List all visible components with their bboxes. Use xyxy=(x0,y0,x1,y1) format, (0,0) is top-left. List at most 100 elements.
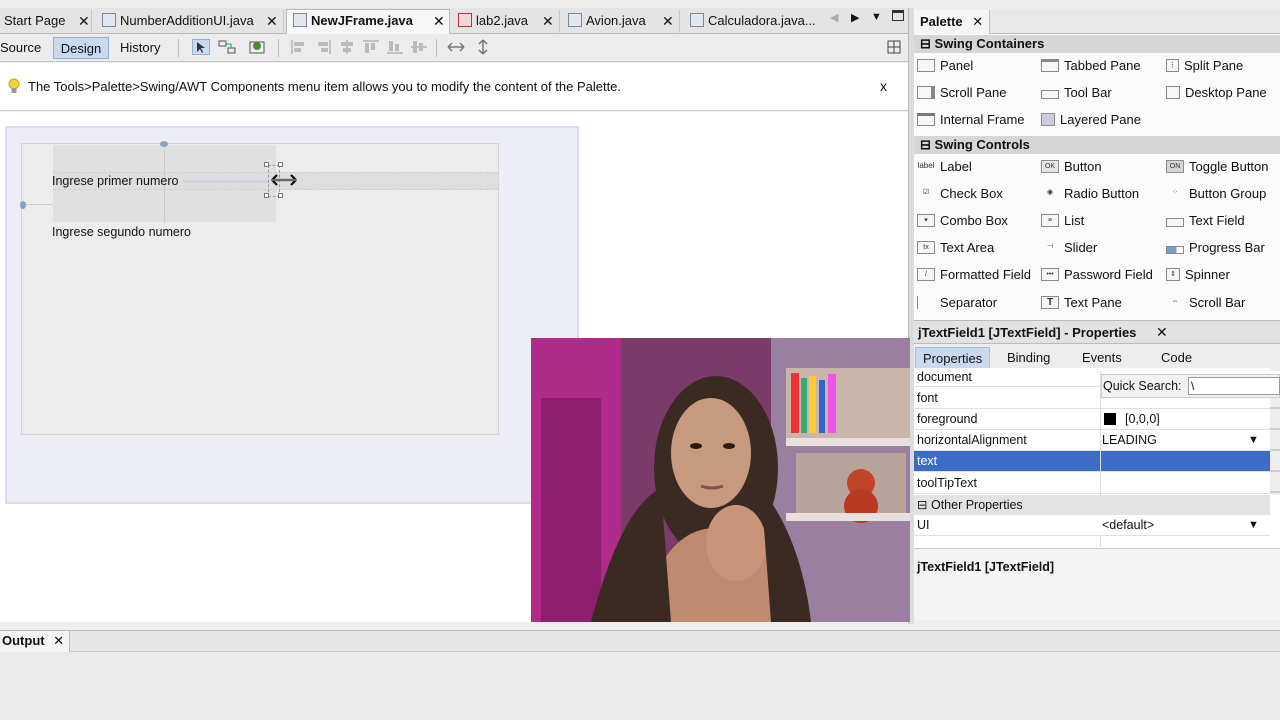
palette-item-desktop-pane[interactable]: Desktop Pane xyxy=(1166,84,1267,102)
align-left-icon[interactable] xyxy=(290,39,308,55)
hint-close-button[interactable]: x xyxy=(880,78,887,94)
palette-item-radio-button[interactable]: ◉ Radio Button xyxy=(1041,185,1139,203)
property-row-text[interactable]: text xyxy=(914,451,1270,472)
tab-code[interactable]: Code xyxy=(1154,347,1199,369)
palette-item-split-pane[interactable]: ⋮ Split Pane xyxy=(1166,57,1243,75)
align-bottom-icon[interactable] xyxy=(386,39,404,55)
palette-item-text-area[interactable]: tx Text Area xyxy=(917,239,994,257)
palette-item-label: Slider xyxy=(1064,240,1098,255)
close-icon[interactable]: ✕ xyxy=(662,10,674,32)
preview-design-icon[interactable] xyxy=(248,39,266,55)
button-group-icon: ⁘ xyxy=(1172,189,1178,196)
jtextfield1[interactable] xyxy=(183,180,269,183)
maximize-icon[interactable] xyxy=(892,10,904,21)
tab-lab2[interactable]: lab2.java ✕ xyxy=(452,10,560,34)
resize-handle[interactable] xyxy=(278,193,283,198)
source-button[interactable]: Source xyxy=(0,37,45,59)
label-primer-numero[interactable]: Ingrese primer numero xyxy=(52,174,178,188)
resize-handle[interactable] xyxy=(278,162,283,167)
palette-item-label[interactable]: label Label xyxy=(917,158,972,176)
palette-tab[interactable]: Palette ✕ xyxy=(914,10,991,34)
property-row-foreground[interactable]: foreground [0,0,0] xyxy=(914,409,1270,430)
tab-properties[interactable]: Properties xyxy=(915,347,991,369)
tab-output[interactable]: Output ✕ xyxy=(0,631,71,652)
close-icon[interactable]: ✕ xyxy=(53,633,64,648)
grid-toggle-icon[interactable] xyxy=(886,39,904,55)
tab-avion[interactable]: Avion.java ✕ xyxy=(562,10,680,34)
palette-item-internal-frame[interactable]: Internal Frame xyxy=(917,111,1025,129)
selection-mode-icon[interactable] xyxy=(192,39,210,55)
history-button[interactable]: History xyxy=(116,37,164,59)
palette-item-label: Internal Frame xyxy=(940,112,1025,127)
center-horizontally-icon[interactable] xyxy=(338,39,356,55)
tab-start-page[interactable]: Start Page ✕ xyxy=(0,10,92,34)
tab-calculadora[interactable]: Calculadora.java... xyxy=(684,10,824,34)
palette-item-list[interactable]: ≡ List xyxy=(1041,212,1084,230)
palette-item-scroll-bar[interactable]: ⇔ Scroll Bar xyxy=(1166,294,1246,312)
property-row-tooltiptext[interactable]: toolTipText xyxy=(914,473,1270,494)
palette-item-tool-bar[interactable]: Tool Bar xyxy=(1041,84,1112,102)
quick-search-input[interactable]: \ xyxy=(1188,377,1280,395)
center-vertically-icon[interactable] xyxy=(410,39,428,55)
palette-item-panel[interactable]: Panel xyxy=(917,57,973,75)
palette-item-spinner[interactable]: ⇕ Spinner xyxy=(1166,266,1230,284)
ellipsis-buttons[interactable] xyxy=(1270,388,1280,495)
palette-item-password-field[interactable]: ••• Password Field xyxy=(1041,266,1153,284)
combo-box-icon: ▾ xyxy=(917,214,935,227)
palette-category-swing-controls[interactable]: ⊟ Swing Controls xyxy=(914,136,1280,154)
palette-item-check-box[interactable]: ☑ Check Box xyxy=(917,185,1003,203)
resize-handle[interactable] xyxy=(264,162,269,167)
palette-category-swing-containers[interactable]: ⊟ Swing Containers xyxy=(914,35,1280,53)
palette-item-button-group[interactable]: ⁘ Button Group xyxy=(1166,185,1266,203)
property-row-ui[interactable]: UI <default> ▼ xyxy=(914,515,1270,536)
palette-item-combo-box[interactable]: ▾ Combo Box xyxy=(917,212,1008,230)
tab-label: Avion.java xyxy=(586,13,646,28)
close-icon[interactable]: ✕ xyxy=(972,14,983,29)
tab-numberadditionui[interactable]: NumberAdditionUI.java ✕ xyxy=(96,10,284,34)
label-segundo-numero[interactable]: Ingrese segundo numero xyxy=(52,225,191,239)
dropdown-arrow-icon[interactable]: ▼ xyxy=(1248,515,1259,536)
collapse-icon[interactable]: ⊟ xyxy=(920,137,931,152)
close-icon[interactable]: ✕ xyxy=(542,10,554,32)
palette-item-text-pane[interactable]: T Text Pane xyxy=(1041,294,1122,312)
palette-item-formatted-field[interactable]: / Formatted Field xyxy=(917,266,1031,284)
palette-item-label: Label xyxy=(940,159,972,174)
tab-newjframe[interactable]: NewJFrame.java ✕ xyxy=(286,9,450,34)
palette-item-scroll-pane[interactable]: Scroll Pane xyxy=(917,84,1006,102)
align-top-icon[interactable] xyxy=(362,39,380,55)
palette-item-separator[interactable]: Separator xyxy=(917,294,997,312)
collapse-icon[interactable]: ⊟ xyxy=(920,36,931,51)
resize-horizontal-icon[interactable] xyxy=(446,39,465,55)
other-properties-category[interactable]: ⊟ Other Properties xyxy=(914,495,1270,515)
close-icon[interactable]: ✕ xyxy=(78,10,90,32)
spinner-icon: ⇕ xyxy=(1166,268,1180,281)
collapse-icon[interactable]: ⊟ xyxy=(917,498,927,512)
palette-item-button[interactable]: OK Button xyxy=(1041,158,1102,176)
list-icon: ≡ xyxy=(1041,214,1059,227)
tab-events[interactable]: Events xyxy=(1075,347,1129,369)
chevron-down-icon[interactable]: ▼ xyxy=(871,11,882,23)
close-icon[interactable]: ✕ xyxy=(433,10,445,32)
palette-item-toggle-button[interactable]: ON Toggle Button xyxy=(1166,158,1269,176)
tab-label: NewJFrame.java xyxy=(311,13,413,28)
palette-item-tabbed-pane[interactable]: Tabbed Pane xyxy=(1041,57,1141,75)
checkbox-icon: ☑ xyxy=(922,189,930,196)
property-row-horizontalalignment[interactable]: horizontalAlignment LEADING ▼ xyxy=(914,430,1270,451)
scroll-left-icon[interactable]: ◀ xyxy=(830,11,838,24)
scroll-right-icon[interactable]: ▶ xyxy=(851,11,859,24)
resize-cursor-icon xyxy=(270,172,298,191)
resize-vertical-icon[interactable] xyxy=(474,39,492,55)
resize-handle[interactable] xyxy=(264,193,269,198)
close-icon[interactable]: ✕ xyxy=(266,10,278,32)
design-button[interactable]: Design xyxy=(53,37,109,59)
align-right-icon[interactable] xyxy=(314,39,332,55)
palette-item-slider[interactable]: ⊣ Slider xyxy=(1041,239,1097,257)
palette-item-progress-bar[interactable]: Progress Bar xyxy=(1166,239,1265,257)
connection-mode-icon[interactable] xyxy=(218,39,236,55)
tab-binding[interactable]: Binding xyxy=(1000,347,1057,369)
palette-item-layered-pane[interactable]: Layered Pane xyxy=(1041,111,1141,129)
dropdown-arrow-icon[interactable]: ▼ xyxy=(1248,430,1259,451)
palette-hint-bar: The Tools>Palette>Swing/AWT Components m… xyxy=(0,63,908,111)
palette-item-text-field[interactable]: Text Field xyxy=(1166,212,1245,230)
close-icon[interactable]: ✕ xyxy=(1156,324,1168,341)
